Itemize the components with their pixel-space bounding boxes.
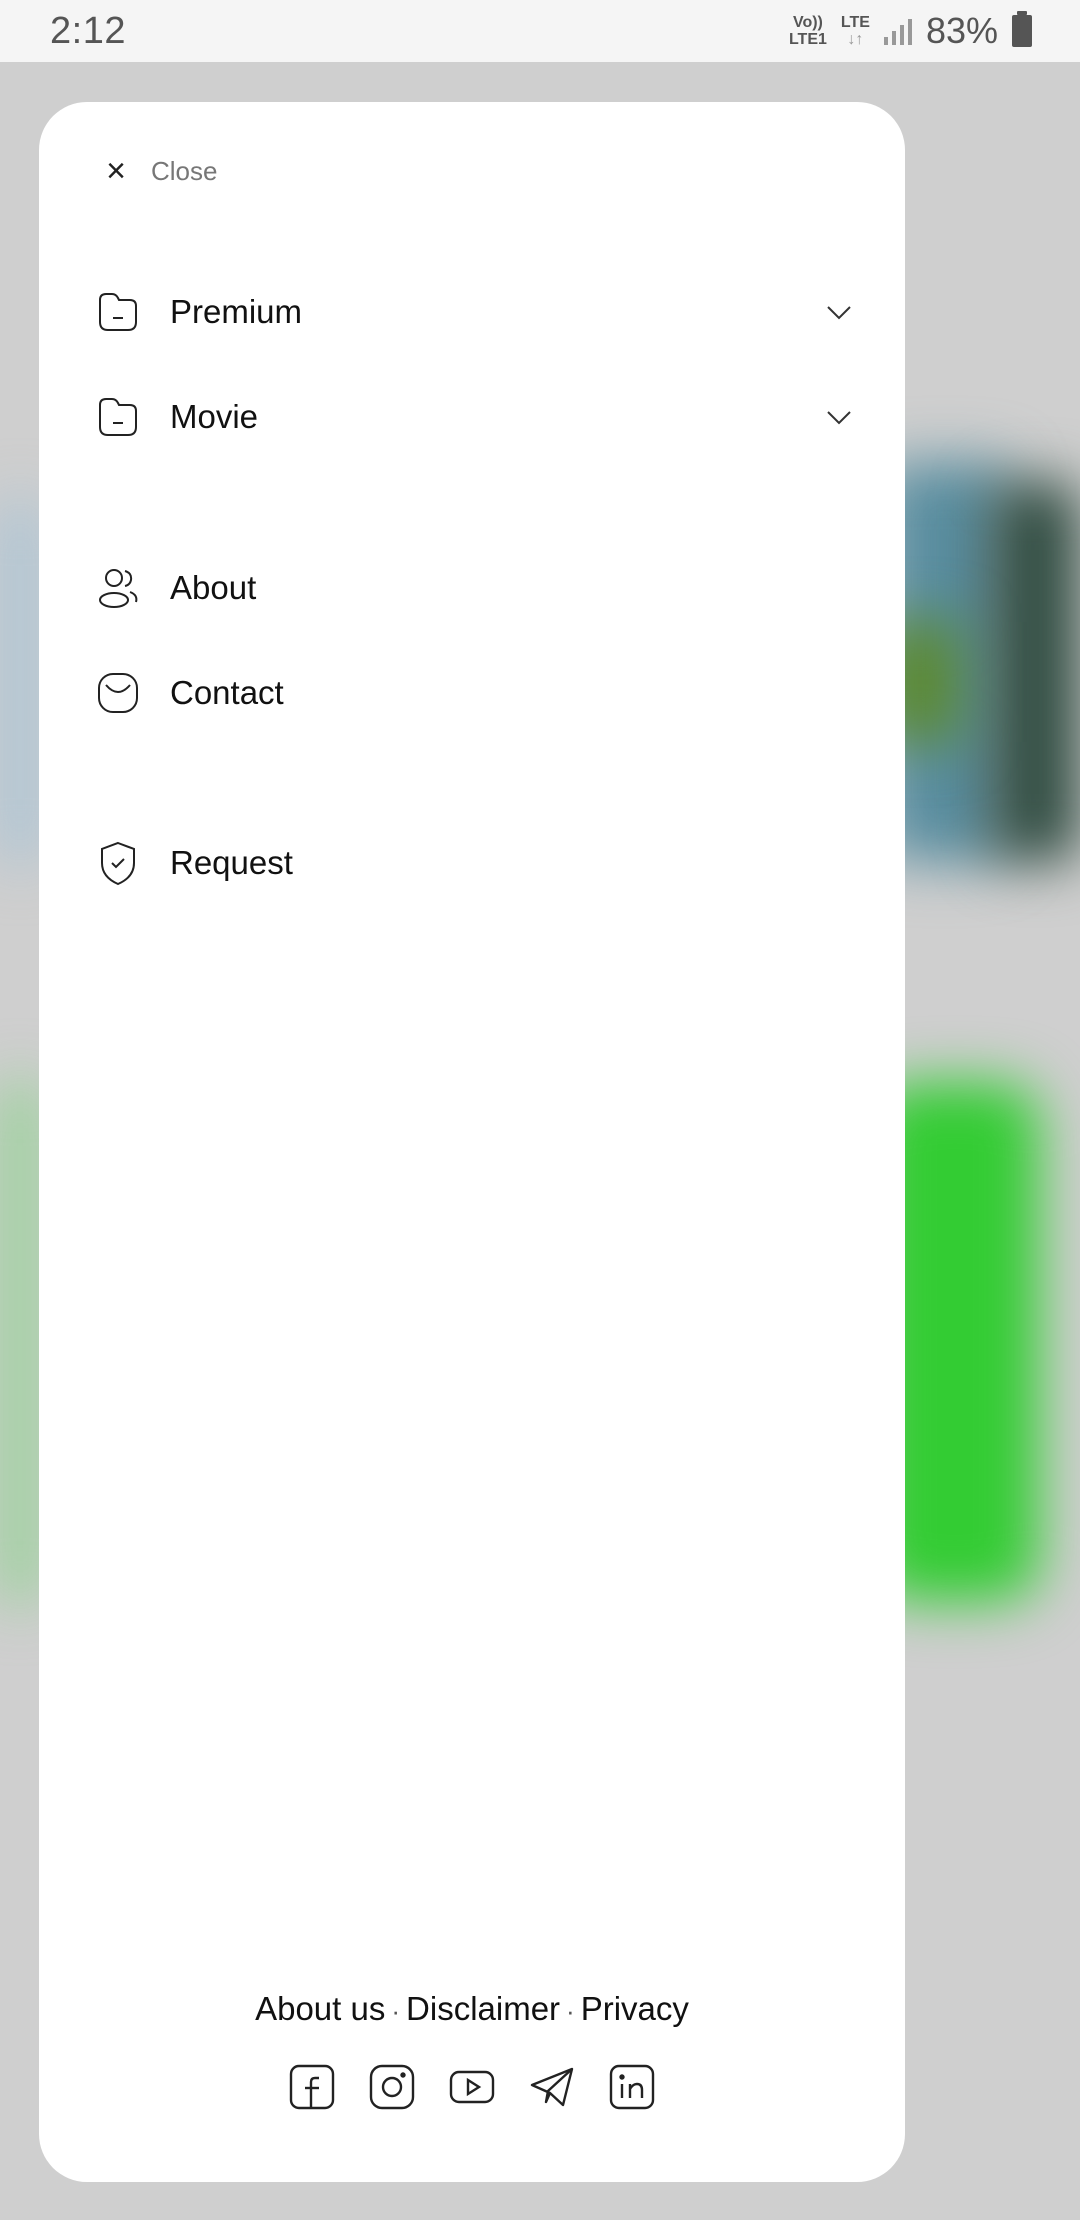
social-links xyxy=(39,2064,905,2110)
menu-label-request: Request xyxy=(170,844,293,881)
menu-item-about[interactable]: About xyxy=(94,553,854,623)
footer-link-privacy[interactable]: Privacy xyxy=(581,1990,689,2027)
separator: · xyxy=(566,1995,575,2026)
close-icon: × xyxy=(106,152,126,190)
battery-percent: 83% xyxy=(925,10,998,51)
menu-item-request[interactable]: Request xyxy=(94,828,854,898)
shield-check-icon xyxy=(94,839,142,887)
mail-icon xyxy=(94,669,142,717)
chevron-down-icon[interactable] xyxy=(824,297,854,327)
data-arrows-icon: ↓↑ xyxy=(847,31,864,48)
status-time: 2:12 xyxy=(50,9,126,52)
blurred-edge xyxy=(0,502,40,862)
battery-icon xyxy=(1012,11,1032,47)
menu-item-premium[interactable]: Premium xyxy=(94,277,854,347)
lte-indicator: LTE ↓↑ xyxy=(841,14,870,48)
menu-label-contact: Contact xyxy=(170,674,284,711)
blurred-edge xyxy=(0,1082,40,1602)
status-bar: 2:12 Vo)) LTE1 LTE ↓↑ 83% xyxy=(0,0,1080,62)
folder-icon xyxy=(94,393,142,441)
menu-label-movie: Movie xyxy=(170,398,259,435)
separator: · xyxy=(391,1995,401,2026)
menu-item-movie[interactable]: Movie xyxy=(94,382,854,452)
users-icon xyxy=(94,564,142,612)
volte-indicator: Vo)) LTE1 xyxy=(789,14,827,48)
close-button[interactable]: × Close xyxy=(101,146,217,196)
telegram-icon[interactable] xyxy=(529,2064,575,2110)
blurred-image xyxy=(990,482,1080,862)
linkedin-icon[interactable] xyxy=(609,2064,655,2110)
close-label: Close xyxy=(151,155,218,186)
menu-label-about: About xyxy=(170,569,257,606)
lte-label: LTE xyxy=(840,14,870,31)
lte1-label: LTE1 xyxy=(788,31,827,48)
menu-item-contact[interactable]: Contact xyxy=(94,658,854,728)
status-indicators: Vo)) LTE1 LTE ↓↑ 83% xyxy=(789,10,1032,52)
footer-links: About us · Disclaimer · Privacy xyxy=(39,1990,905,2028)
youtube-icon[interactable] xyxy=(449,2064,495,2110)
chevron-down-icon[interactable] xyxy=(824,402,854,432)
signal-icon xyxy=(883,17,912,45)
volte-label: Vo)) xyxy=(792,14,823,31)
facebook-icon[interactable] xyxy=(289,2064,335,2110)
footer-link-about-us[interactable]: About us xyxy=(255,1990,385,2027)
instagram-icon[interactable] xyxy=(369,2064,415,2110)
navigation-drawer: × Close Premium Movie About Contact Requ… xyxy=(39,102,905,2182)
menu-label-premium: Premium xyxy=(170,293,303,330)
folder-icon xyxy=(94,288,142,336)
footer-link-disclaimer[interactable]: Disclaimer xyxy=(406,1990,560,2027)
